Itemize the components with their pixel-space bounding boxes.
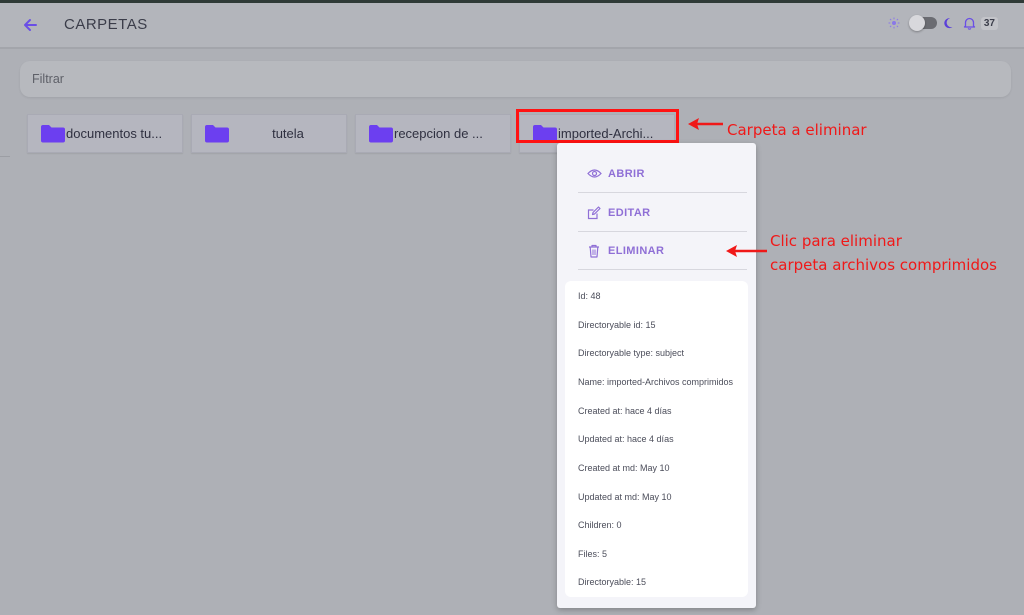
folder-details-panel: Id: 48 Directoryable id: 15 Directoryabl…	[565, 281, 748, 597]
menu-item-label: ELIMINAR	[608, 244, 665, 257]
menu-item-label: ABRIR	[608, 167, 645, 180]
folder-icon	[205, 125, 229, 143]
eye-icon	[586, 166, 602, 182]
detail-row: Updated at md: May 10	[578, 492, 672, 502]
moon-icon	[943, 16, 957, 30]
page-title: CARPETAS	[64, 16, 148, 33]
trash-icon	[586, 243, 602, 259]
section-divider	[0, 156, 10, 157]
sun-icon	[887, 16, 901, 30]
menu-item-label: EDITAR	[608, 206, 651, 219]
folder-icon	[41, 125, 65, 143]
detail-row: Directoryable id: 15	[578, 320, 656, 330]
folder-icon	[369, 125, 393, 143]
folder-label: tutela	[272, 126, 304, 141]
theme-toggle-knob	[908, 15, 925, 31]
detail-row: Name: imported-Archivos comprimidos	[578, 377, 734, 387]
annotation-arrow-icon	[688, 118, 723, 130]
detail-row: Files: 5	[578, 549, 608, 559]
detail-row: Created at: hace 4 días	[578, 406, 672, 416]
folder-label: recepcion de ...	[394, 126, 483, 141]
folder-item[interactable]: recepcion de ...	[355, 114, 511, 153]
detail-row: Created at md: May 10	[578, 463, 670, 473]
detail-row: Children: 0	[578, 520, 622, 530]
annotation-delete-note-line1: Clic para eliminar	[770, 232, 902, 250]
menu-item-edit[interactable]: EDITAR	[578, 194, 747, 232]
menu-item-open[interactable]: ABRIR	[578, 155, 747, 193]
notification-badge: 37	[980, 16, 998, 30]
bell-icon[interactable]	[963, 16, 977, 30]
folder-context-menu: ABRIR EDITAR ELIMINAR Id: 48 Directoryab…	[557, 143, 756, 608]
app-header: CARPETAS 37	[0, 3, 1024, 49]
filter-input[interactable]	[20, 61, 1011, 97]
back-button[interactable]	[18, 13, 42, 37]
annotation-highlight-box	[516, 109, 679, 143]
detail-row: Updated at: hace 4 días	[578, 434, 674, 444]
menu-item-delete[interactable]: ELIMINAR	[578, 232, 747, 270]
detail-row: Directoryable type: subject	[578, 348, 685, 358]
detail-row: Directoryable: 15	[578, 577, 647, 587]
annotation-delete-note-line2: carpeta archivos comprimidos	[770, 256, 997, 274]
edit-icon	[586, 205, 602, 221]
arrow-left-icon	[24, 19, 37, 31]
theme-toggle[interactable]	[908, 15, 937, 31]
folder-item[interactable]: documentos tu...	[27, 114, 183, 153]
annotation-arrow-icon	[726, 245, 767, 257]
annotation-folder-note: Carpeta a eliminar	[727, 121, 867, 139]
filter-bar	[20, 61, 1011, 97]
folder-item[interactable]: tutela	[191, 114, 347, 153]
detail-row: Id: 48	[578, 291, 601, 301]
header-actions: 37	[887, 15, 998, 31]
folder-label: documentos tu...	[66, 126, 163, 141]
